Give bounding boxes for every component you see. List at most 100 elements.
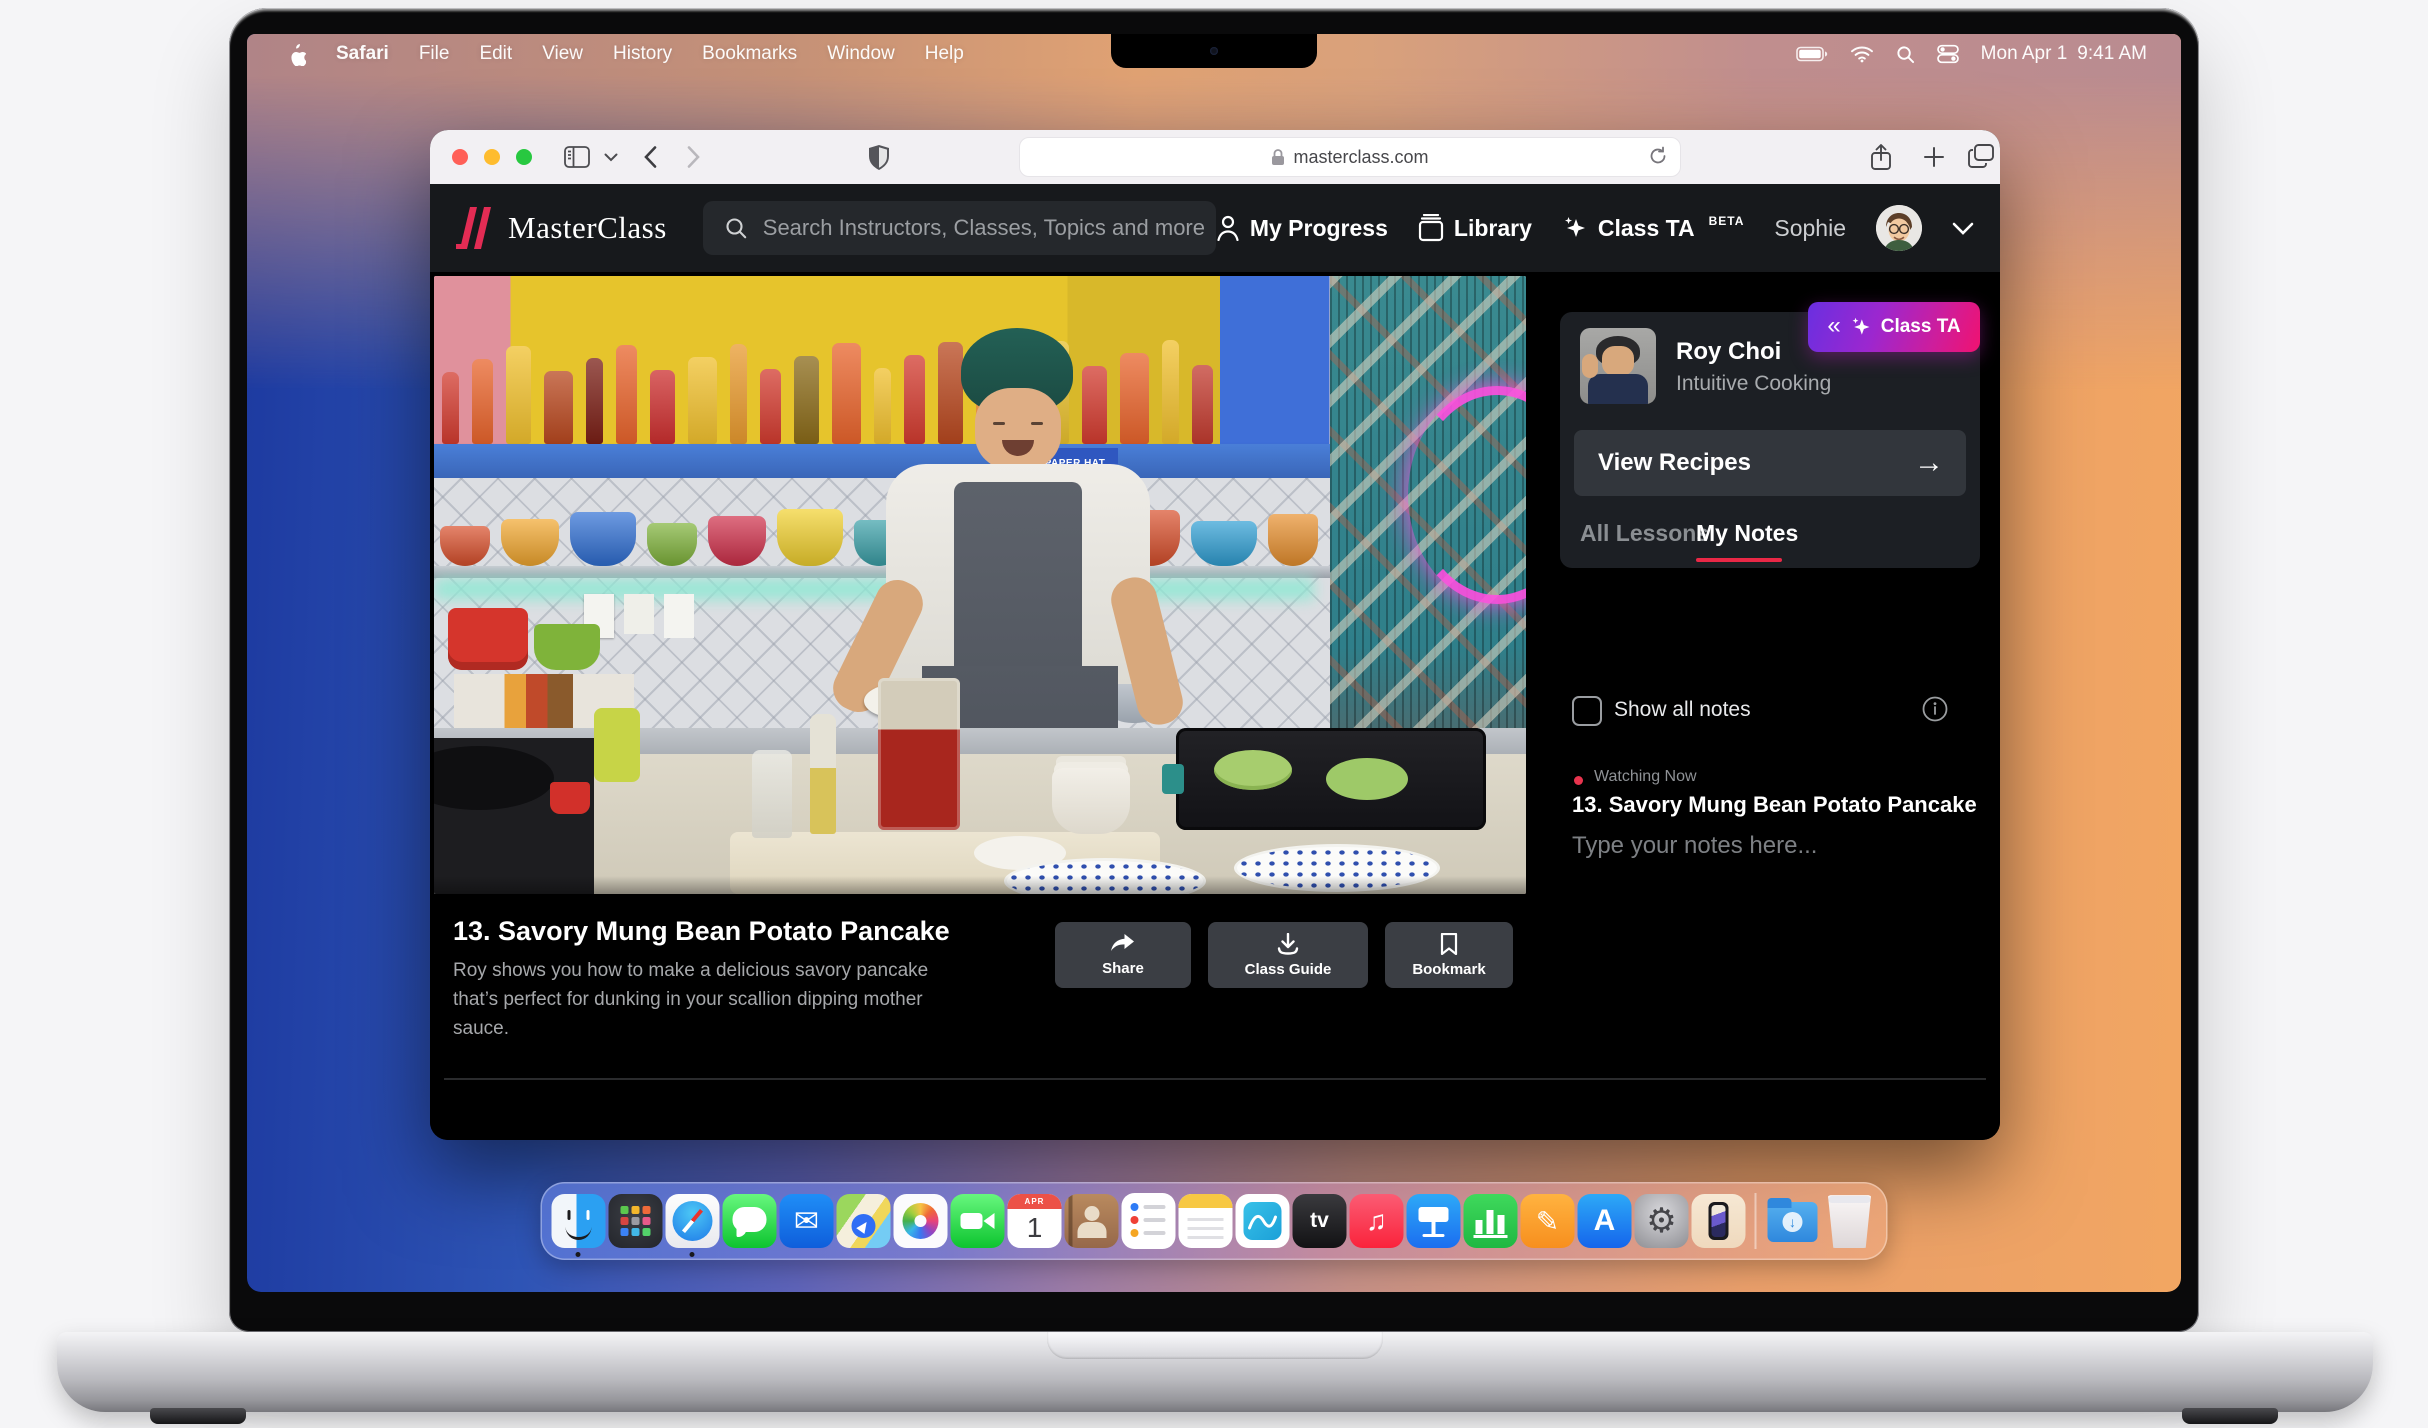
sidebar-chevron-icon[interactable] (604, 153, 618, 162)
chef-apron-bib (954, 482, 1082, 668)
wifi-icon[interactable] (1850, 45, 1874, 63)
class-guide-button[interactable]: Class Guide (1208, 922, 1368, 988)
bowls-shelf (440, 494, 1330, 566)
show-all-notes-label: Show all notes (1614, 698, 1751, 722)
video-player[interactable]: PAPER HAT (434, 276, 1526, 894)
menu-help[interactable]: Help (925, 43, 964, 65)
forward-button[interactable] (687, 146, 700, 168)
masterclass-logo[interactable]: MasterClass (430, 207, 667, 249)
menu-safari[interactable]: Safari (336, 43, 389, 65)
dock-mail-icon[interactable]: ✉ (780, 1194, 834, 1248)
apple-menu-icon[interactable] (287, 43, 306, 66)
safari-toolbar: masterclass.com (430, 130, 2000, 185)
dock-tv-icon[interactable]: tv (1293, 1194, 1347, 1248)
active-tab-underline (1696, 558, 1782, 562)
view-recipes-button[interactable]: View Recipes → (1574, 430, 1966, 496)
menu-view[interactable]: View (542, 43, 583, 65)
dock-keynote-icon[interactable] (1407, 1194, 1461, 1248)
utensil-canister (594, 708, 640, 782)
lid-thumb-notch (1047, 1332, 1383, 1359)
dock-settings-icon[interactable]: ⚙ (1635, 1194, 1689, 1248)
minimize-window-button[interactable] (484, 149, 500, 165)
user-name: Sophie (1774, 215, 1846, 242)
dock-safari-icon[interactable] (666, 1194, 720, 1248)
finder-running-dot (576, 1252, 581, 1257)
dock-music-icon[interactable]: ♫ (1350, 1194, 1404, 1248)
menu-file[interactable]: File (419, 43, 450, 65)
macbook-foot-left (150, 1408, 246, 1424)
search-icon (725, 217, 747, 239)
account-chevron-icon[interactable] (1952, 222, 1974, 235)
lesson-title: 13. Savory Mung Bean Potato Pancake (453, 916, 950, 947)
search-input[interactable]: Search Instructors, Classes, Topics and … (703, 201, 1216, 255)
dock-appstore-icon[interactable]: A (1578, 1194, 1632, 1248)
zoom-window-button[interactable] (516, 149, 532, 165)
info-icon[interactable] (1922, 696, 1948, 722)
dock-contacts-icon[interactable] (1065, 1194, 1119, 1248)
dock-pages-icon[interactable]: ✎ (1521, 1194, 1575, 1248)
lesson-description: Roy shows you how to make a delicious sa… (453, 956, 958, 1043)
dock-trash-icon[interactable] (1823, 1194, 1877, 1248)
show-all-notes-checkbox[interactable] (1572, 696, 1602, 726)
dock-launchpad-icon[interactable] (609, 1194, 663, 1248)
dock-calendar-icon[interactable]: APR 1 (1008, 1194, 1062, 1248)
close-window-button[interactable] (452, 149, 468, 165)
dock-finder-icon[interactable] (552, 1194, 606, 1248)
library-icon (1418, 214, 1444, 242)
dock-downloads-icon[interactable]: ↓ (1766, 1194, 1820, 1248)
beta-badge: BETA (1709, 214, 1745, 228)
menu-clock[interactable]: Mon Apr 1 9:41 AM (1981, 43, 2147, 65)
menu-window[interactable]: Window (827, 43, 895, 65)
nav-class-ta[interactable]: Class TABETA (1562, 215, 1745, 242)
macbook-foot-right (2182, 1408, 2278, 1424)
new-tab-icon[interactable] (1924, 147, 1944, 167)
dock-freeform-icon[interactable] (1236, 1194, 1290, 1248)
dock-facetime-icon[interactable] (951, 1194, 1005, 1248)
video-bottom-vignette (434, 876, 1526, 894)
dock-notes-icon[interactable] (1179, 1194, 1233, 1248)
current-lesson-title: 13. Savory Mung Bean Potato Pancake (1572, 792, 1977, 818)
share-button[interactable]: Share (1055, 922, 1191, 988)
person-icon (1216, 215, 1240, 241)
electric-griddle (1176, 728, 1486, 830)
address-bar-url: masterclass.com (1293, 147, 1428, 168)
bookmark-button[interactable]: Bookmark (1385, 922, 1513, 988)
collapse-chevrons-icon: « (1827, 314, 1840, 338)
address-bar[interactable]: masterclass.com (1019, 137, 1681, 177)
class-ta-collapse-button[interactable]: « Class TA (1808, 302, 1980, 352)
nav-my-progress[interactable]: My Progress (1216, 215, 1388, 242)
tab-my-notes[interactable]: My Notes (1696, 520, 1798, 547)
user-avatar[interactable] (1876, 205, 1922, 251)
battery-icon[interactable] (1796, 46, 1828, 62)
dock-maps-icon[interactable] (837, 1194, 891, 1248)
sidebar-toggle-icon[interactable] (564, 146, 590, 168)
marketing-canvas: Safari File Edit View History Bookmarks … (0, 0, 2428, 1428)
notes-input-placeholder[interactable]: Type your notes here... (1572, 832, 1817, 860)
green-bowls (534, 624, 600, 670)
dock-iphone-mirroring-icon[interactable] (1692, 1194, 1746, 1248)
bowls-shelf-board (434, 566, 1334, 578)
bookmark-icon (1440, 933, 1458, 955)
dock-photos-icon[interactable] (894, 1194, 948, 1248)
sparkle-icon (1562, 215, 1588, 241)
control-center-icon[interactable] (1937, 44, 1959, 64)
facetime-camera (1210, 47, 1218, 55)
instructor-name: Roy Choi (1676, 338, 1781, 366)
share-icon[interactable] (1870, 143, 1892, 171)
back-button[interactable] (644, 146, 657, 168)
menu-history[interactable]: History (613, 43, 672, 65)
spotlight-search-icon[interactable] (1896, 45, 1915, 64)
nav-library[interactable]: Library (1418, 214, 1532, 242)
tab-overview-icon[interactable] (1968, 144, 1994, 168)
dock-numbers-icon[interactable] (1464, 1194, 1518, 1248)
dock-reminders-icon[interactable] (1122, 1193, 1176, 1249)
instructor-photo (1580, 328, 1656, 404)
menu-bookmarks[interactable]: Bookmarks (702, 43, 797, 65)
dock-messages-icon[interactable] (723, 1194, 777, 1248)
red-cup (550, 782, 590, 814)
safari-window: masterclass.com (430, 130, 2000, 1140)
privacy-shield-icon[interactable] (867, 144, 891, 171)
menu-edit[interactable]: Edit (479, 43, 512, 65)
reload-icon[interactable] (1648, 146, 1668, 166)
tab-all-lessons[interactable]: All Lessons (1580, 520, 1709, 547)
